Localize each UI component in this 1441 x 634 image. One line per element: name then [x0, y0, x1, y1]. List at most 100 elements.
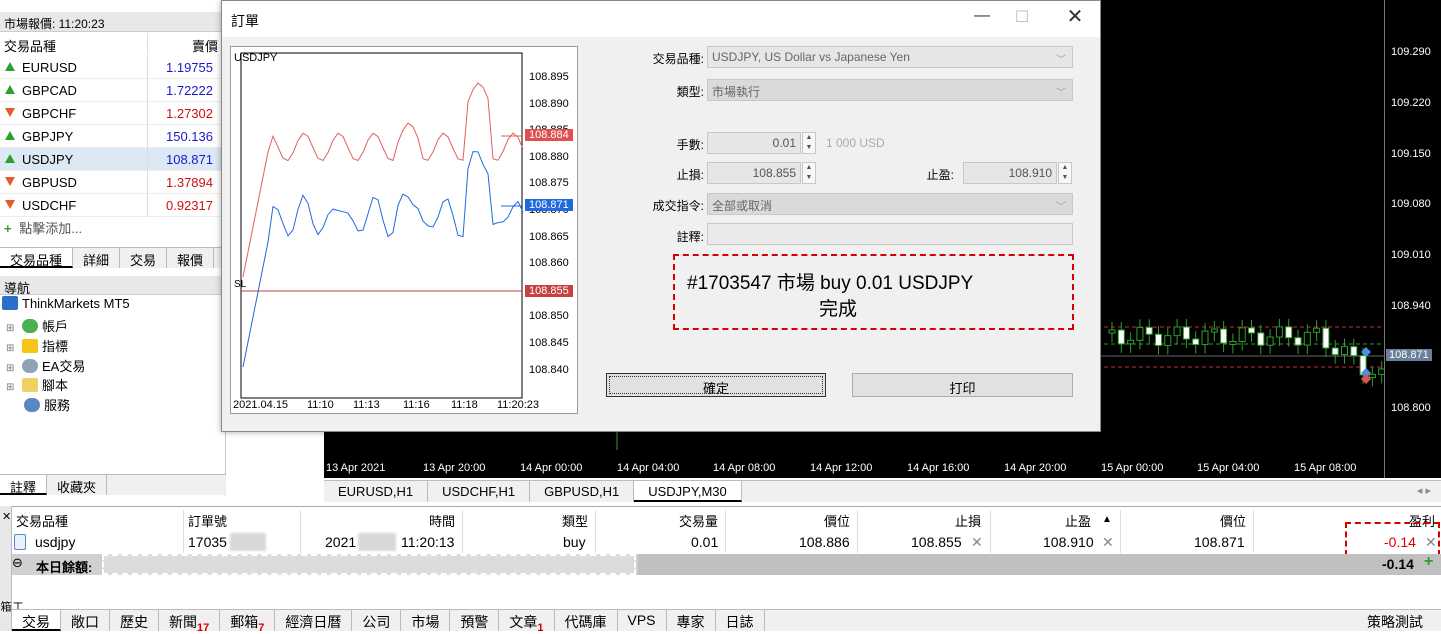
chart-tab-usdchf[interactable]: USDCHF,H1 [428, 481, 531, 502]
tab-badge: 1 [537, 621, 544, 634]
tick-chart-x-tick: 11:16 [403, 399, 430, 411]
collapse-icon[interactable]: ⊖ [12, 555, 23, 571]
dialog-titlebar[interactable]: 訂單 — ☐ ✕ [222, 1, 1100, 37]
indicators-icon [22, 339, 39, 353]
toolbox-tab[interactable]: VPS [618, 610, 667, 631]
header-sl[interactable]: 止損 [955, 511, 981, 530]
remove-sl-icon[interactable]: ✕ [971, 534, 983, 551]
close-icon[interactable]: ✕ [2, 510, 11, 523]
minimize-icon[interactable]: — [962, 7, 1002, 31]
candle-body [1117, 329, 1125, 345]
toolbox-tab[interactable]: 郵箱7 [220, 610, 276, 634]
header-ticket[interactable]: 訂單號 [188, 511, 227, 530]
toolbox-tab[interactable]: 文章1 [499, 610, 555, 634]
tp-input[interactable]: 108.910 [963, 162, 1057, 184]
comment-input[interactable] [707, 223, 1073, 245]
balance-row: ⊖ 本日餘額: -0.14 + [12, 553, 1441, 575]
nav-item-indicators[interactable]: ⊞ 指標 [6, 336, 68, 355]
toolbox-tab[interactable]: 敞口 [61, 610, 110, 631]
tab-trading[interactable]: 交易 [120, 248, 168, 268]
bid-price-tag: 108.871 [525, 199, 573, 211]
nav-item-scripts[interactable]: ⊞ 腳本 [6, 375, 68, 394]
col-bid-header[interactable]: 賣價 [192, 36, 218, 55]
tab-details[interactable]: 詳細 [73, 248, 121, 268]
candle-body [1238, 327, 1246, 343]
row-symbol: GBPJPY [22, 129, 74, 144]
symbol-select[interactable]: USDJPY, US Dollar vs Japanese Yen ﹀ [707, 46, 1073, 68]
toolbox-tab[interactable]: 專家 [667, 610, 716, 631]
toolbox-tab-label: 新聞 [169, 614, 197, 630]
toolbox-tab[interactable]: 新聞17 [159, 610, 221, 634]
nav-root[interactable]: ThinkMarkets MT5 [2, 296, 130, 311]
toolbox-tab[interactable]: 經濟日曆 [275, 610, 353, 631]
chart-tabs: EURUSD,H1 USDCHF,H1 GBPUSD,H1 USDJPY,M30… [324, 480, 1441, 502]
sl-value: 108.855 [752, 166, 796, 180]
row-tp[interactable]: 108.910 [1043, 534, 1094, 550]
sl-stepper[interactable]: ▲ ▼ [802, 162, 816, 184]
sl-input[interactable]: 108.855 [707, 162, 801, 184]
market-watch-row[interactable]: GBPCHF 1.27302 [0, 102, 226, 125]
tab-symbols[interactable]: 交易品種 [0, 248, 74, 268]
strategy-tester-button[interactable]: 策略測試 [1349, 610, 1441, 631]
header-price[interactable]: 價位 [824, 511, 850, 530]
market-watch-row[interactable]: EURUSD 1.19755 [0, 56, 226, 79]
chart-tab-gbpusd[interactable]: GBPUSD,H1 [530, 481, 635, 502]
nav-item-accounts[interactable]: ⊞ 帳戶 [6, 316, 68, 335]
header-type[interactable]: 類型 [562, 511, 588, 530]
market-watch-row[interactable]: GBPJPY 150.136 [0, 125, 226, 148]
candle-body [1285, 326, 1293, 339]
nav-item-experts[interactable]: ⊞ EA交易 [6, 356, 85, 375]
add-symbol-row[interactable]: + 點擊添加... [4, 218, 82, 237]
tab-common[interactable]: 註釋 [0, 475, 48, 495]
candle-body [1192, 338, 1200, 346]
candle-body [1303, 331, 1311, 346]
plus-icon[interactable]: + [1424, 553, 1433, 571]
header-symbol[interactable]: 交易品種 [16, 511, 68, 530]
toolbox-tab[interactable]: 代碼庫 [555, 610, 618, 631]
row-volume: 0.01 [691, 534, 719, 550]
toolbox-tab-label: 代碼庫 [564, 614, 607, 630]
col-symbol-header[interactable]: 交易品種 [4, 36, 56, 55]
market-watch-row[interactable]: USDJPY 108.871 [0, 148, 226, 171]
tick-chart-x-tick: 2021.04.15 [233, 399, 289, 411]
header-current-price[interactable]: 價位 [1220, 511, 1246, 530]
candle-body [1275, 326, 1283, 338]
header-time[interactable]: 時間 [429, 511, 455, 530]
market-watch-row[interactable]: USDCHF 0.92317 [0, 194, 226, 217]
tp-label: 止盈: [926, 168, 954, 182]
header-volume[interactable]: 交易量 [679, 511, 718, 530]
fill-select-value: 全部或取消 [712, 199, 773, 213]
market-watch-row[interactable]: GBPCAD 1.72222 [0, 79, 226, 102]
toolbox-tab[interactable]: 市場 [401, 610, 451, 631]
toolbox-tab[interactable]: 預警 [450, 610, 500, 631]
tick-chart-y-tick: 108.875 [529, 177, 569, 190]
remove-tp-icon[interactable]: ✕ [1102, 534, 1114, 551]
candle-body [1350, 346, 1358, 357]
close-position-icon[interactable]: ✕ [1425, 534, 1437, 551]
toolbox-tab-label: 預警 [460, 614, 489, 630]
type-select[interactable]: 市場執行 ﹀ [707, 79, 1073, 101]
market-watch-row[interactable]: GBPUSD 1.37894 [0, 171, 226, 194]
volume-stepper[interactable]: ▲ ▼ [802, 132, 816, 154]
tp-stepper[interactable]: ▲ ▼ [1058, 162, 1072, 184]
nav-item-services[interactable]: 服務 [24, 395, 70, 414]
type-label: 類型: [676, 85, 704, 99]
close-icon[interactable]: ✕ [1055, 4, 1095, 28]
tab-favorites[interactable]: 收藏夾 [47, 475, 108, 495]
chart-tab-usdjpy[interactable]: USDJPY,M30 [634, 481, 742, 502]
scroll-arrows[interactable]: ◂ ▸ [1407, 481, 1441, 502]
header-tp[interactable]: 止盈 [1065, 511, 1091, 530]
toolbox-tab[interactable]: 日誌 [716, 610, 765, 631]
maximize-icon[interactable]: ☐ [1002, 7, 1042, 31]
toolbox-tab[interactable]: 交易 [12, 610, 61, 631]
volume-input[interactable]: 0.01 [707, 132, 801, 154]
chart-tab-eurusd[interactable]: EURUSD,H1 [324, 481, 429, 502]
row-sl[interactable]: 108.855 [911, 534, 962, 550]
print-button[interactable]: 打印 [852, 373, 1073, 397]
ok-button[interactable]: 確定 [606, 373, 826, 397]
tick-chart-y-tick: 108.890 [529, 97, 569, 110]
toolbox-tab[interactable]: 歷史 [110, 610, 159, 631]
tab-ticks[interactable]: 報價 [167, 248, 215, 268]
fill-select[interactable]: 全部或取消 ﹀ [707, 193, 1073, 215]
toolbox-tab[interactable]: 公司 [352, 610, 402, 631]
